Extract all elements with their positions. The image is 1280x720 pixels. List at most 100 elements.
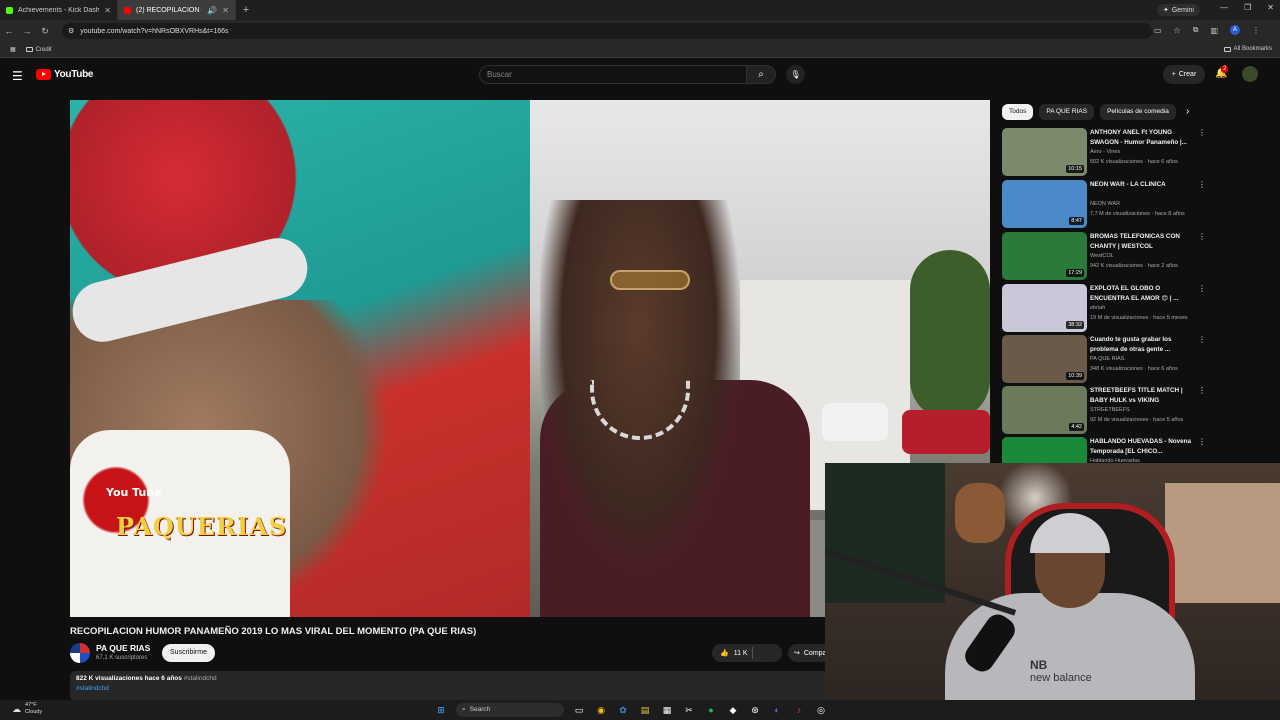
- extensions-icon[interactable]: ⧉: [1193, 25, 1199, 35]
- recommendation-thumbnail[interactable]: 10:15: [1002, 128, 1087, 176]
- hashtag-link[interactable]: #stalindchd: [76, 685, 824, 692]
- new-tab-button[interactable]: +: [236, 4, 256, 16]
- more-options-icon[interactable]: ⋮: [1198, 128, 1206, 137]
- url-field[interactable]: ⚙ youtube.com/watch?v=hNRsOBXVRHs&t=166s: [62, 23, 1152, 39]
- chips-next-chevron-icon[interactable]: ›: [1186, 106, 1189, 117]
- recommendation-thumbnail[interactable]: 38:32: [1002, 284, 1087, 332]
- microphone-icon: 🎙: [790, 70, 801, 79]
- store-icon[interactable]: ▦: [660, 703, 674, 717]
- menu-dots-icon[interactable]: ⋮: [1252, 26, 1260, 35]
- weather-widget[interactable]: ☁ 47°F Cloudy: [12, 702, 42, 716]
- close-window-icon[interactable]: ✕: [1267, 3, 1274, 12]
- steam-icon[interactable]: ⊛: [748, 703, 762, 717]
- taskbar-search-label: Search: [469, 706, 491, 713]
- profile-avatar[interactable]: A: [1230, 25, 1240, 35]
- hamburger-menu-icon[interactable]: ☰: [12, 69, 23, 83]
- more-options-icon[interactable]: ⋮: [1198, 180, 1206, 189]
- tab-youtube-video[interactable]: (2) RECOPILACION HUMO 🔊 ✕: [118, 0, 236, 20]
- recommendation-channel[interactable]: STREETBEEFS: [1090, 407, 1130, 413]
- channel-row: PA QUE RIAS 67,1 K suscriptores Suscribi…: [70, 641, 838, 665]
- recommendation-item[interactable]: 17:29 BROMAS TELEFONICAS CON CHANTY | WES…: [1002, 232, 1208, 280]
- recommendation-item[interactable]: 10:39 Cuando te gusta grabar los problema…: [1002, 335, 1208, 383]
- gemini-icon: ✦: [1162, 7, 1169, 14]
- create-button[interactable]: + Crear: [1163, 65, 1205, 84]
- chip-todos[interactable]: Todos: [1002, 104, 1034, 120]
- recommendation-thumbnail[interactable]: 8:47: [1002, 180, 1087, 228]
- more-options-icon[interactable]: ⋮: [1198, 335, 1206, 344]
- streamer-webcam-overlay: NB new balance: [825, 463, 1280, 720]
- recommendation-thumbnail[interactable]: 4:42: [1002, 386, 1087, 434]
- task-view-icon[interactable]: ▭: [572, 703, 586, 717]
- gemini-button[interactable]: ✦ Gemini: [1156, 4, 1200, 16]
- reload-icon[interactable]: ↻: [36, 26, 54, 37]
- chrome-icon[interactable]: ◉: [594, 703, 608, 717]
- recommendation-channel[interactable]: PA QUE RIAS: [1090, 356, 1124, 362]
- user-avatar[interactable]: [1242, 66, 1258, 82]
- search-button[interactable]: ⌕: [746, 65, 776, 84]
- recommendation-item[interactable]: 8:47 NEON WAR - LA CLINICA NEON WAR 7,7 M d…: [1002, 180, 1208, 228]
- recommendation-thumbnail[interactable]: 10:39: [1002, 335, 1087, 383]
- search-input[interactable]: Buscar: [479, 65, 747, 84]
- recommendation-thumbnail[interactable]: [1002, 437, 1087, 463]
- hashtag-inline[interactable]: #stalindchd: [184, 675, 217, 682]
- recommendation-item[interactable]: 10:15 ANTHONY ANEL Ft YOUNG SWAGON - Humo…: [1002, 128, 1208, 176]
- taskbar-search[interactable]: ⌕ Search: [456, 703, 564, 717]
- recommendation-title[interactable]: Cuando te gusta grabar los problema de o…: [1090, 335, 1196, 354]
- tab-kick-dashboard[interactable]: Achievements - Kick Dashboard ✕: [0, 0, 118, 20]
- site-info-icon[interactable]: ⚙: [68, 27, 74, 35]
- recommendation-title[interactable]: HABLANDO HUEVADAS - Novena Temporada [EL…: [1090, 437, 1196, 456]
- back-icon[interactable]: ←: [0, 26, 18, 36]
- recommendation-title[interactable]: EXPLOTA EL GLOBO O ENCUENTRA EL AMOR 😍 |…: [1090, 284, 1196, 303]
- recommendation-channel[interactable]: ebriah: [1090, 305, 1105, 311]
- recommendation-item[interactable]: HABLANDO HUEVADAS - Novena Temporada [EL…: [1002, 437, 1208, 463]
- recommendation-channel[interactable]: WestCOL: [1090, 253, 1114, 259]
- forward-icon[interactable]: →: [18, 26, 36, 36]
- close-tab-icon[interactable]: ✕: [222, 6, 229, 15]
- close-tab-icon[interactable]: ✕: [104, 6, 111, 15]
- recommendation-channel[interactable]: Aero - Vines: [1090, 149, 1120, 155]
- all-bookmarks-button[interactable]: All Bookmarks: [1223, 46, 1272, 52]
- maximize-icon[interactable]: ❐: [1244, 3, 1251, 12]
- weather-condition: Cloudy: [25, 709, 43, 715]
- channel-name[interactable]: PA QUE RIAS: [96, 643, 150, 653]
- recommendation-title[interactable]: NEON WAR - LA CLINICA: [1090, 180, 1196, 190]
- capcut-icon[interactable]: ✂: [682, 703, 696, 717]
- tiktok-icon[interactable]: ♪: [792, 703, 806, 717]
- obs-icon[interactable]: ◎: [814, 703, 828, 717]
- channel-avatar[interactable]: [70, 643, 90, 663]
- minimize-icon[interactable]: —: [1220, 3, 1228, 12]
- windows-start-icon[interactable]: ⊞: [434, 703, 448, 717]
- voice-search-button[interactable]: 🎙: [786, 65, 805, 84]
- more-options-icon[interactable]: ⋮: [1198, 386, 1206, 395]
- chip-pa-que-rias[interactable]: PA QUE RIAS: [1039, 104, 1095, 120]
- recommendation-channel[interactable]: NEON WAR: [1090, 201, 1120, 207]
- copilot-icon[interactable]: ✿: [616, 703, 630, 717]
- sidebar-icon[interactable]: ▥: [1210, 26, 1218, 35]
- cast-icon[interactable]: ▭: [1154, 26, 1162, 35]
- like-button[interactable]: 👍 11 K: [712, 644, 782, 662]
- youtube-header: ☰ YouTube Buscar ⌕ 🎙 + Crear 🔔 2: [0, 58, 1280, 92]
- subscriber-count: 67,1 K suscriptores: [96, 655, 148, 661]
- more-options-icon[interactable]: ⋮: [1198, 284, 1206, 293]
- apps-icon[interactable]: ▦: [10, 46, 16, 53]
- subscribe-button[interactable]: Suscribirme: [162, 644, 215, 662]
- recommendation-title[interactable]: BROMAS TELEFONICAS CON CHANTY | WESTCOL: [1090, 232, 1196, 251]
- file-explorer-icon[interactable]: ▤: [638, 703, 652, 717]
- more-options-icon[interactable]: ⋮: [1198, 437, 1206, 446]
- spotify-icon[interactable]: ●: [704, 703, 718, 717]
- recommendation-title[interactable]: ANTHONY ANEL Ft YOUNG SWAGON - Humor Pan…: [1090, 128, 1196, 147]
- youtube-logo[interactable]: YouTube: [36, 69, 94, 80]
- like-divider: [752, 647, 753, 659]
- description-box[interactable]: 822 K visualizaciones hace 6 años #stali…: [70, 671, 830, 701]
- epic-games-icon[interactable]: ◆: [726, 703, 740, 717]
- chip-peliculas-comedia[interactable]: Películas de comedia: [1100, 104, 1176, 120]
- recommendation-thumbnail[interactable]: 17:29: [1002, 232, 1087, 280]
- recommendation-item[interactable]: 38:32 EXPLOTA EL GLOBO O ENCUENTRA EL AMO…: [1002, 284, 1208, 332]
- bookmark-folder-credit[interactable]: Credit: [25, 47, 52, 53]
- more-options-icon[interactable]: ⋮: [1198, 232, 1206, 241]
- bookmark-star-icon[interactable]: ☆: [1174, 26, 1181, 35]
- audio-icon[interactable]: 🔊: [207, 6, 217, 15]
- recommendation-item[interactable]: 4:42 STREETBEEFS TITLE MATCH | BABY HULK …: [1002, 386, 1208, 434]
- recommendation-title[interactable]: STREETBEEFS TITLE MATCH | BABY HULK vs V…: [1090, 386, 1196, 405]
- discord-icon[interactable]: ◐: [770, 703, 784, 717]
